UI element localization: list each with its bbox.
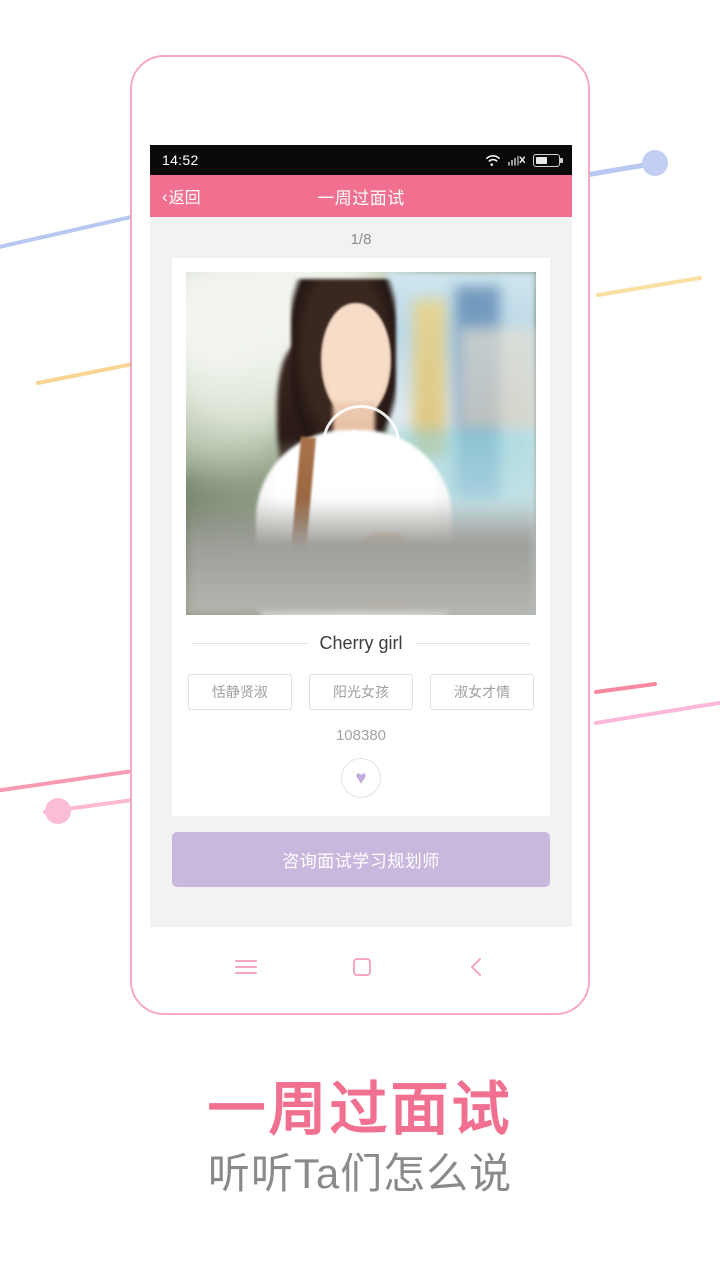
like-button[interactable]: ♥ — [341, 758, 381, 798]
status-time: 14:52 — [162, 152, 199, 168]
promo-headline: 一周过面试 — [207, 1077, 513, 1142]
tag-list: 恬静贤淑 阳光女孩 淑女才情 — [186, 654, 536, 710]
back-button-label: 返回 — [168, 190, 201, 207]
promo-subhead: 听听Ta们怎么说 — [207, 1150, 513, 1197]
battery-icon — [533, 153, 563, 167]
phone-navigation-bar — [132, 925, 588, 1013]
profile-card: Cherry girl 恬静贤淑 阳光女孩 淑女才情 108380 ♥ — [172, 258, 550, 816]
screen-content: 1/8 Cherry girl 恬静贤淑 阳光女孩 淑女才情 108380 ♥ … — [150, 217, 572, 927]
divider-left — [192, 643, 308, 644]
pager-indicator: 1/8 — [350, 231, 372, 248]
profile-name: Cherry girl — [319, 633, 403, 653]
consult-cta-button[interactable]: 咨询面试学习规划师 — [172, 832, 550, 887]
signal-no-service-icon — [508, 154, 526, 166]
home-square-icon[interactable] — [350, 955, 374, 984]
play-icon[interactable] — [322, 404, 400, 483]
status-bar: 14:52 — [150, 145, 572, 175]
tag-item[interactable]: 恬静贤淑 — [188, 674, 292, 710]
battery-fill — [536, 156, 547, 164]
like-row: ♥ — [186, 744, 536, 798]
phone-top-bezel — [132, 57, 588, 134]
tag-item[interactable]: 阳光女孩 — [309, 674, 413, 710]
video-player[interactable] — [186, 272, 536, 615]
divider-right — [414, 643, 531, 644]
status-icons — [485, 153, 563, 167]
back-chevron-icon: ‹ — [162, 186, 168, 206]
profile-id-number: 108380 — [335, 727, 387, 744]
phone-frame: 14:52 ‹ 返回 一周过面试 1/8 Cherry girl 恬静贤淑 阳光… — [130, 55, 590, 1015]
phone-screen: 14:52 ‹ 返回 一周过面试 1/8 Cherry girl 恬静贤淑 阳光… — [150, 145, 572, 927]
play-triangle — [353, 428, 377, 459]
wifi-icon — [485, 154, 501, 166]
back-button[interactable]: ‹ 返回 — [162, 175, 201, 217]
app-navbar: ‹ 返回 一周过面试 — [150, 175, 572, 217]
page-title: 一周过面试 — [317, 188, 405, 208]
menu-icon[interactable] — [233, 958, 259, 981]
heart-icon: ♥ — [355, 767, 367, 789]
profile-name-row: Cherry girl — [186, 615, 536, 654]
back-chevron-icon[interactable] — [465, 955, 487, 984]
tag-item[interactable]: 淑女才情 — [430, 674, 534, 710]
